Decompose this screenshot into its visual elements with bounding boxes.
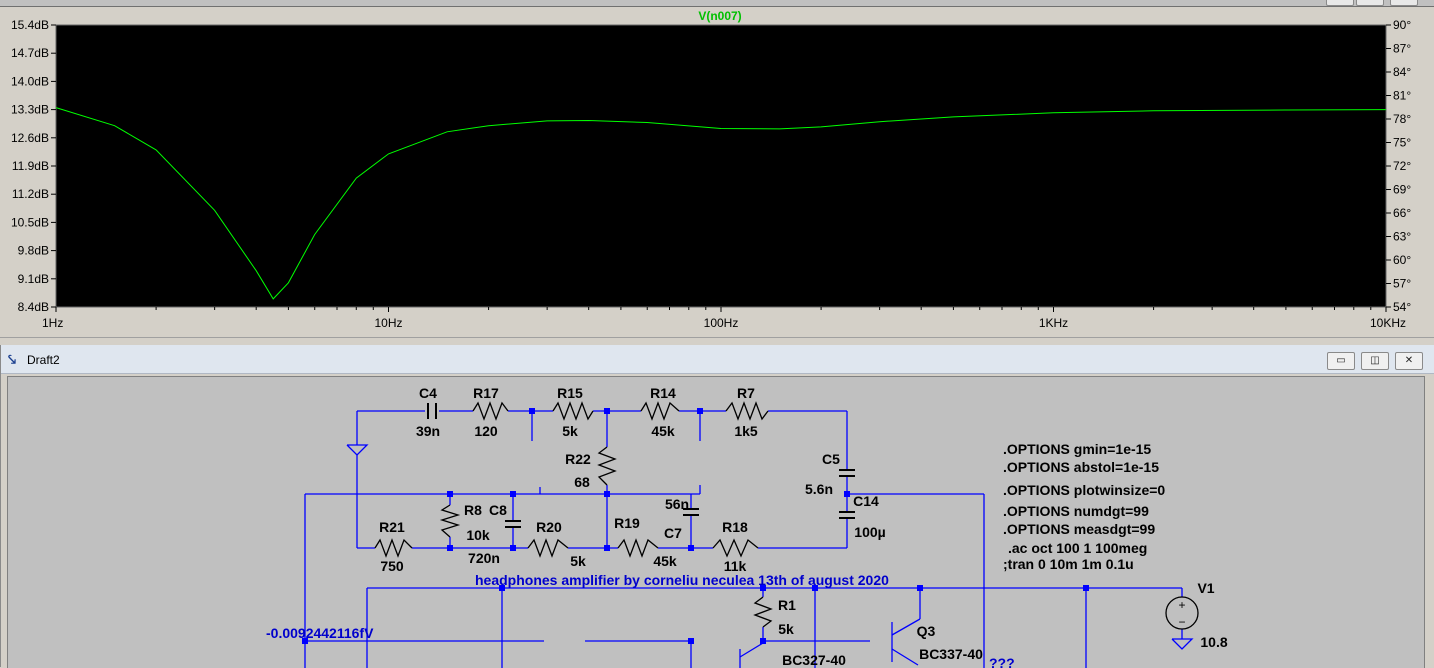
r20-value[interactable]: 5k <box>570 553 586 569</box>
r14-value[interactable]: 45k <box>651 423 675 439</box>
x-tick-label: 1KHz <box>1039 316 1068 330</box>
r8-value[interactable]: 10k <box>466 527 490 543</box>
schematic-canvas[interactable]: + − C4 39n R17 120 R15 5k R14 45k R7 1k5… <box>7 376 1425 668</box>
c4-value[interactable]: 39n <box>416 423 440 439</box>
c14-value[interactable]: 100µ <box>854 524 885 540</box>
y-right-tick-label: 54° <box>1393 300 1411 314</box>
y-right-tick-label: 60° <box>1393 253 1411 267</box>
y-right-tick-label: 75° <box>1393 136 1411 150</box>
c4-ref[interactable]: C4 <box>419 385 437 401</box>
directive-tran[interactable]: ;tran 0 10m 1m 0.1u <box>1003 556 1134 572</box>
q3-model[interactable]: BC337-40 <box>919 646 983 662</box>
r17-value[interactable]: 120 <box>474 423 498 439</box>
c8-value[interactable]: 720n <box>468 550 500 566</box>
svg-text:+: + <box>1178 598 1185 612</box>
y-right-tick-label: 57° <box>1393 277 1411 291</box>
y-left-tick-label: 10.5dB <box>11 215 49 229</box>
bode-plot[interactable]: V(n007) 15.4dB 14.7dB 14.0dB 13.3dB 12.6dB 11… <box>0 0 1434 337</box>
schematic-minimize-button[interactable]: ▭ <box>1327 352 1355 370</box>
r19-value[interactable]: 45k <box>653 553 677 569</box>
r15-ref[interactable]: R15 <box>557 385 583 401</box>
y-right-tick-label: 69° <box>1393 183 1411 197</box>
directive-ac[interactable]: .ac oct 100 1 100meg <box>1008 540 1147 556</box>
x-tick-label: 10Hz <box>374 316 402 330</box>
y-right-tick-label: 84° <box>1393 65 1411 79</box>
junction-dots <box>302 408 1089 644</box>
r21-value[interactable]: 750 <box>380 558 404 574</box>
r22-value[interactable]: 68 <box>574 474 590 490</box>
directive-measdgt[interactable]: .OPTIONS measdgt=99 <box>1003 521 1155 537</box>
y-left-tick-label: 15.4dB <box>11 18 49 32</box>
unknown-marker: ??? <box>989 655 1015 668</box>
c7-ref[interactable]: C7 <box>664 525 682 541</box>
schematic-titlebar[interactable]: ⤥ Draft2 ▭ ◫ ✕ <box>1 345 1434 374</box>
x-tick-label: 1Hz <box>42 316 63 330</box>
svg-text:−: − <box>1178 615 1185 629</box>
y-left-tick-label: 9.1dB <box>18 272 49 286</box>
v1-source: + − <box>1165 596 1199 630</box>
y-left-tick-label: 11.2dB <box>12 187 49 201</box>
r20-ref[interactable]: R20 <box>536 519 562 535</box>
directive-gmin[interactable]: .OPTIONS gmin=1e-15 <box>1003 441 1151 457</box>
schematic-comment[interactable]: headphones amplifier by corneliu neculea… <box>475 572 889 588</box>
y-axis-right: 90° 87° 84° 81° 78° 75° 72° 69° 66° 63° 60° 57° 54° <box>1386 18 1411 314</box>
spice-directives: .OPTIONS gmin=1e-15 .OPTIONS abstol=1e-1… <box>1003 441 1165 572</box>
x-tick-label: 100Hz <box>704 316 739 330</box>
schematic-drawing[interactable]: + − C4 39n R17 120 R15 5k R14 45k R7 1k5… <box>8 377 1424 668</box>
r18-ref[interactable]: R18 <box>722 519 748 535</box>
node-voltage-label[interactable]: -0.0092442116fV <box>266 625 374 641</box>
y-left-tick-label: 12.6dB <box>11 131 49 145</box>
y-left-tick-label: 11.9dB <box>12 159 49 173</box>
directive-plotwinsize[interactable]: .OPTIONS plotwinsize=0 <box>1003 482 1165 498</box>
schematic-title: Draft2 <box>27 353 60 367</box>
r19-ref[interactable]: R19 <box>614 515 640 531</box>
trace-label[interactable]: V(n007) <box>698 9 741 23</box>
y-left-tick-label: 8.4dB <box>18 300 49 314</box>
r15-value[interactable]: 5k <box>562 423 578 439</box>
r7-ref[interactable]: R7 <box>737 385 755 401</box>
y-right-tick-label: 90° <box>1393 18 1411 32</box>
y-axis-left: 15.4dB 14.7dB 14.0dB 13.3dB 12.6dB 11.9dB 11.2… <box>11 18 56 314</box>
y-left-tick-label: 13.3dB <box>11 103 49 117</box>
schematic-doc-icon: ⤥ <box>8 351 16 367</box>
plot-area[interactable] <box>55 24 1387 308</box>
r1-value[interactable]: 5k <box>778 621 794 637</box>
r17-ref[interactable]: R17 <box>473 385 499 401</box>
x-axis: 1Hz 10Hz 100Hz 1KHz 10KHz <box>42 307 1406 330</box>
directive-abstol[interactable]: .OPTIONS abstol=1e-15 <box>1003 459 1159 475</box>
y-right-tick-label: 78° <box>1393 112 1411 126</box>
r14-ref[interactable]: R14 <box>650 385 676 401</box>
y-right-tick-label: 72° <box>1393 159 1411 173</box>
r1-ref[interactable]: R1 <box>778 597 796 613</box>
c14-ref[interactable]: C14 <box>853 493 879 509</box>
v1-ref[interactable]: V1 <box>1197 580 1214 596</box>
waveform-viewer: V(n007) 15.4dB 14.7dB 14.0dB 13.3dB 12.6dB 11… <box>0 0 1434 337</box>
y-right-tick-label: 66° <box>1393 206 1411 220</box>
r8-ref[interactable]: R8 <box>464 502 482 518</box>
y-left-tick-label: 14.7dB <box>11 46 49 60</box>
c5-value[interactable]: 5.6n <box>805 481 833 497</box>
v1-value[interactable]: 10.8 <box>1200 634 1227 650</box>
r21-ref[interactable]: R21 <box>379 519 405 535</box>
directive-numdgt[interactable]: .OPTIONS numdgt=99 <box>1003 503 1149 519</box>
schematic-window: ⤥ Draft2 ▭ ◫ ✕ + − C4 39n R17 120 R15 5k… <box>0 345 1434 668</box>
y-right-tick-label: 63° <box>1393 230 1411 244</box>
r22-ref[interactable]: R22 <box>565 451 591 467</box>
r7-value[interactable]: 1k5 <box>734 423 758 439</box>
y-left-tick-label: 9.8dB <box>18 244 49 258</box>
c5-ref[interactable]: C5 <box>822 451 840 467</box>
x-tick-label: 10KHz <box>1370 316 1406 330</box>
c8-ref[interactable]: C8 <box>489 502 507 518</box>
c7-value[interactable]: 56n <box>665 496 689 512</box>
q3-ref[interactable]: Q3 <box>917 623 936 639</box>
schematic-restore-button[interactable]: ◫ <box>1361 352 1389 370</box>
y-right-tick-label: 87° <box>1393 42 1411 56</box>
y-left-tick-label: 14.0dB <box>11 74 49 88</box>
q-bc327-model[interactable]: BC327-40 <box>782 652 846 668</box>
y-right-tick-label: 81° <box>1393 89 1411 103</box>
schematic-close-button[interactable]: ✕ <box>1395 352 1423 370</box>
